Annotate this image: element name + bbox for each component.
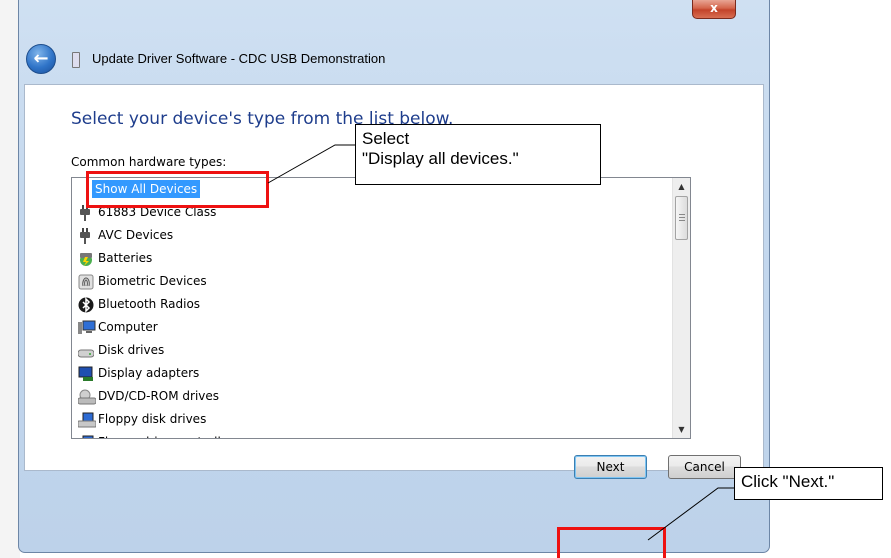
display-adapter-icon: [78, 366, 94, 382]
list-item-label: Disk drives: [98, 343, 165, 357]
list-item-label: Computer: [98, 320, 158, 334]
list-item-label: DVD/CD-ROM drives: [98, 389, 220, 403]
close-button[interactable]: x: [692, 0, 736, 19]
floppy-drive-icon: [77, 412, 97, 428]
annotation-callout-next: Click "Next.": [734, 467, 883, 500]
list-item-label: Display adapters: [98, 366, 200, 380]
list-item[interactable]: Floppy drive controllers: [72, 431, 672, 438]
list-item[interactable]: Computer: [72, 316, 672, 339]
list-items: Show All Devices 61883 Device Class AVC De…: [72, 178, 672, 438]
list-item[interactable]: Batteries: [72, 247, 672, 270]
callout-select-line1: Select: [362, 129, 410, 148]
hardware-types-label: Common hardware types:: [71, 155, 227, 169]
list-item[interactable]: DVD/CD-ROM drives: [72, 385, 672, 408]
back-arrow-icon[interactable]: ←: [26, 44, 56, 74]
cancel-button[interactable]: Cancel: [668, 455, 741, 479]
list-item[interactable]: Display adapters: [72, 362, 672, 385]
list-item[interactable]: Disk drives: [72, 339, 672, 362]
bluetooth-icon: [78, 297, 94, 313]
list-item-label: Batteries: [98, 251, 153, 265]
list-item-label: Biometric Devices: [98, 274, 207, 288]
disk-drive-icon: [77, 343, 95, 359]
background-window-strip: [0, 0, 20, 558]
computer-icon: [78, 320, 96, 336]
dvd-drive-icon: [77, 389, 97, 405]
list-item[interactable]: Biometric Devices: [72, 270, 672, 293]
list-item[interactable]: Floppy disk drives: [72, 408, 672, 431]
list-item-label: Bluetooth Radios: [98, 297, 201, 311]
callout-next-text: Click "Next.": [741, 472, 835, 491]
floppy-controller-icon: [78, 435, 94, 438]
next-button[interactable]: Next: [574, 455, 647, 479]
battery-icon: [78, 251, 94, 267]
dialog-header: ← Update Driver Software - CDC USB Demon…: [24, 38, 764, 84]
hardware-types-list[interactable]: Show All Devices 61883 Device Class AVC De…: [71, 177, 691, 439]
usb-device-icon: [72, 52, 80, 68]
annotation-highlight-next: [557, 527, 666, 558]
list-item-label: Floppy disk drives: [98, 412, 207, 426]
scroll-down-arrow-icon[interactable]: ▼: [673, 421, 690, 438]
list-scrollbar[interactable]: ▲ ▼: [672, 178, 690, 438]
callout-select-line2: "Display all devices.": [362, 149, 519, 168]
annotation-callout-select: Select "Display all devices.": [355, 124, 601, 185]
list-item-label: AVC Devices: [98, 228, 174, 242]
fingerprint-icon: [78, 274, 94, 290]
list-item[interactable]: AVC Devices: [72, 224, 672, 247]
plug-icon: [78, 228, 94, 244]
annotation-highlight-show-all: [86, 171, 269, 208]
scroll-up-arrow-icon[interactable]: ▲: [673, 178, 690, 195]
list-item[interactable]: Bluetooth Radios: [72, 293, 672, 316]
dialog-title: Update Driver Software - CDC USB Demonst…: [92, 51, 386, 66]
scroll-thumb[interactable]: [675, 196, 688, 240]
list-item-label: Floppy drive controllers: [98, 435, 239, 438]
